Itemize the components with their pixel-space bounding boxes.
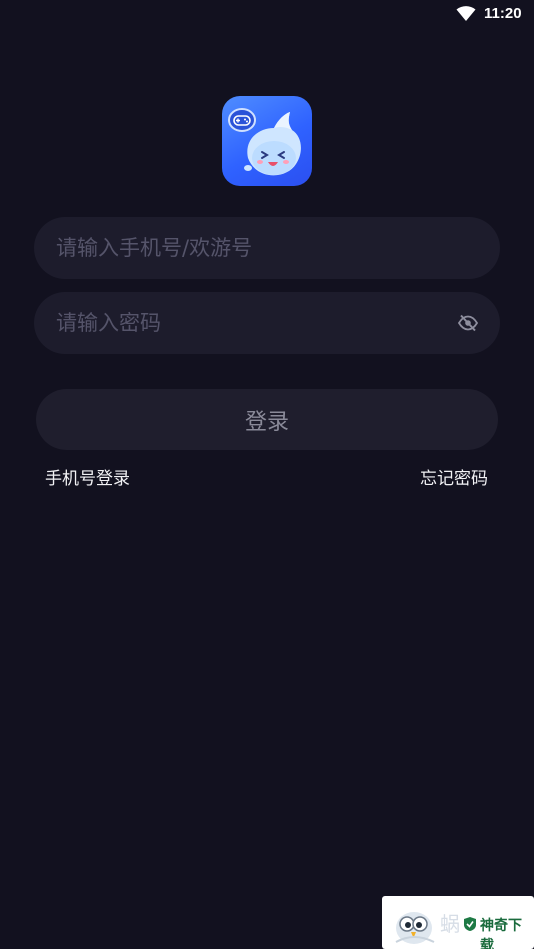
status-bar: 11:20: [0, 0, 534, 28]
password-input[interactable]: [56, 292, 436, 354]
forgot-password-link[interactable]: 忘记密码: [420, 464, 488, 489]
status-time: 11:20: [484, 5, 522, 22]
watermark-faint-text: 蜗: [440, 912, 460, 936]
account-input[interactable]: [56, 217, 436, 279]
watermark-badge-icon: [464, 917, 476, 931]
eye-off-icon[interactable]: [458, 314, 478, 332]
app-logo-icon: [222, 96, 312, 186]
watermark-bird-icon: [395, 912, 435, 944]
password-field[interactable]: [34, 292, 500, 354]
watermark: 蜗 神奇下载: [382, 896, 534, 949]
account-field[interactable]: [34, 217, 500, 279]
wifi-icon: [456, 6, 476, 21]
watermark-brand-text: 神奇下载: [480, 918, 522, 949]
login-button[interactable]: 登录: [36, 389, 498, 450]
phone-login-link[interactable]: 手机号登录: [45, 464, 130, 489]
